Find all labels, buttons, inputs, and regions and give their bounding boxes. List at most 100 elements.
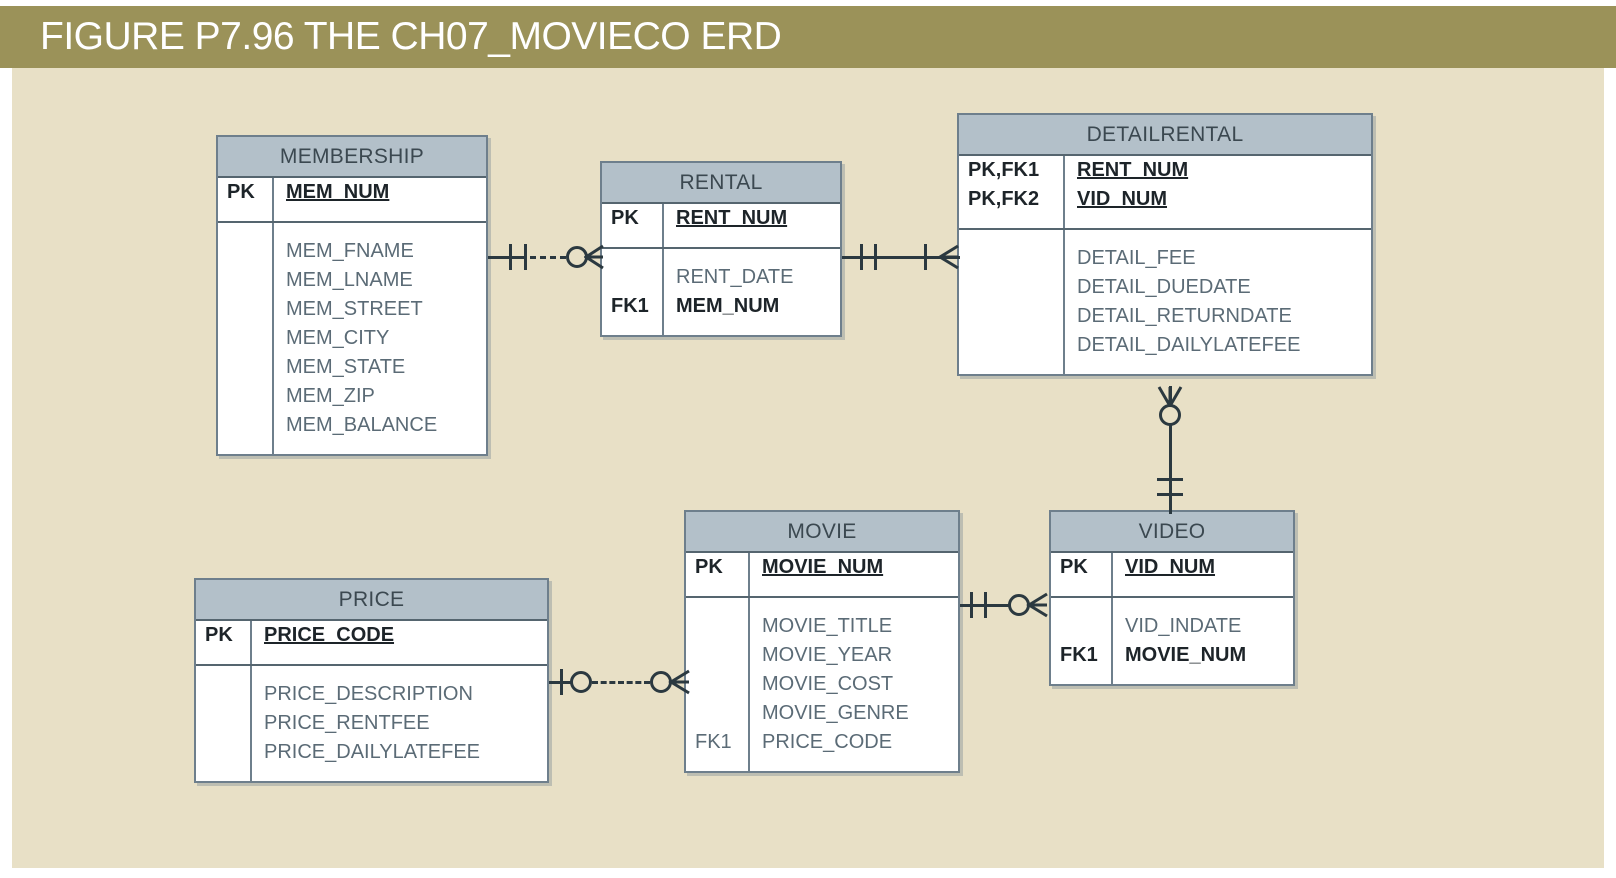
crowsfoot-icon xyxy=(1026,592,1048,618)
spacer-name xyxy=(272,223,486,237)
entity-movie[interactable]: MOVIE PK MOVIE_NUM MOVIE_TITLE MOVIE_YEA… xyxy=(684,510,960,773)
spacer-name xyxy=(1111,670,1293,684)
figure-title: FIGURE P7.96 THE CH07_MOVIECO ERD xyxy=(40,15,782,58)
cardinality-zero-circle xyxy=(570,671,592,693)
spacer-name xyxy=(272,207,486,221)
entity-video-pk-section: PK VID_NUM xyxy=(1051,553,1293,596)
attribute-name: VID_NUM xyxy=(1063,185,1371,214)
attribute-name: MEM_ZIP xyxy=(272,382,486,411)
entity-detailrental-body: PK,FK1 RENT_NUM PK,FK2 VID_NUM DETAIL_FE… xyxy=(959,156,1371,374)
spacer-key xyxy=(686,757,748,771)
attribute-name: RENT_NUM xyxy=(1063,156,1371,185)
cardinality-one-tick xyxy=(924,244,927,270)
attribute-row: FK1 PRICE_CODE xyxy=(686,728,958,757)
diagram-canvas: MEMBERSHIP PK MEM_NUM MEM_FNAME MEM_LNAM… xyxy=(12,68,1604,868)
spacer-name xyxy=(662,249,840,263)
attribute-row: MOVIE_COST xyxy=(686,670,958,699)
entity-membership-title: MEMBERSHIP xyxy=(218,137,486,178)
attribute-name: PRICE_DAILYLATEFEE xyxy=(250,738,547,767)
spacer-name xyxy=(748,757,958,771)
attribute-name: DETAIL_FEE xyxy=(1063,244,1371,273)
entity-membership-body: PK MEM_NUM MEM_FNAME MEM_LNAME MEM_STREE… xyxy=(218,178,486,454)
spacer-name xyxy=(1063,214,1371,228)
spacer-key xyxy=(1051,582,1111,596)
attribute-name: RENT_NUM xyxy=(662,204,840,233)
spacer-name xyxy=(662,321,840,335)
attribute-row: FK1 MEM_NUM xyxy=(602,292,840,321)
spacer-key xyxy=(686,582,748,596)
attribute-name: MEM_CITY xyxy=(272,324,486,353)
figure-banner: FIGURE P7.96 THE CH07_MOVIECO ERD xyxy=(0,6,1616,68)
attribute-key: FK1 xyxy=(1060,644,1098,666)
attribute-row: DETAIL_FEE xyxy=(959,244,1371,273)
entity-rental-title: RENTAL xyxy=(602,163,840,204)
attribute-row: MEM_STREET xyxy=(218,295,486,324)
attribute-row: MEM_CITY xyxy=(218,324,486,353)
attribute-row: DETAIL_DUEDATE xyxy=(959,273,1371,302)
attribute-name: VID_NUM xyxy=(1111,553,1293,582)
attribute-name: MOVIE_TITLE xyxy=(748,612,958,641)
cardinality-one-tick xyxy=(874,244,877,270)
attribute-name: MOVIE_NUM xyxy=(748,553,958,582)
spacer-name xyxy=(250,767,547,781)
entity-price[interactable]: PRICE PK PRICE_CODE PRICE_DESCRIPTION PR… xyxy=(194,578,549,783)
entity-price-title: PRICE xyxy=(196,580,547,621)
spacer-key xyxy=(602,233,662,247)
crowsfoot-icon xyxy=(584,244,604,270)
spacer-name xyxy=(250,666,547,680)
attribute-row: MOVIE_YEAR xyxy=(686,641,958,670)
attribute-key: PK,FK2 xyxy=(968,188,1040,210)
spacer-row xyxy=(959,214,1371,228)
entity-membership[interactable]: MEMBERSHIP PK MEM_NUM MEM_FNAME MEM_LNAM… xyxy=(216,135,488,456)
spacer-row xyxy=(1051,582,1293,596)
attribute-row: MEM_LNAME xyxy=(218,266,486,295)
connector-line xyxy=(509,256,527,259)
spacer-name xyxy=(250,650,547,664)
attribute-name: MEM_FNAME xyxy=(272,237,486,266)
spacer-key xyxy=(196,650,250,664)
attribute-row: MEM_ZIP xyxy=(218,382,486,411)
spacer-row xyxy=(686,582,958,596)
attribute-row: PK VID_NUM xyxy=(1051,553,1293,582)
attribute-name: PRICE_DESCRIPTION xyxy=(250,680,547,709)
spacer-row xyxy=(959,230,1371,244)
attribute-name: MEM_NUM xyxy=(272,178,486,207)
spacer-key xyxy=(1051,598,1111,612)
attribute-name: MOVIE_COST xyxy=(748,670,958,699)
attribute-name: MEM_STREET xyxy=(272,295,486,324)
cardinality-one-tick xyxy=(1157,493,1183,496)
attribute-key: PK xyxy=(227,181,255,203)
spacer-key xyxy=(218,207,272,221)
spacer-row xyxy=(218,440,486,454)
attribute-key: PK xyxy=(205,624,233,646)
entity-price-body: PK PRICE_CODE PRICE_DESCRIPTION PRICE_RE… xyxy=(196,621,547,781)
spacer-row xyxy=(196,666,547,680)
entity-video[interactable]: VIDEO PK VID_NUM VID_INDATE FK1 MOVIE_NU… xyxy=(1049,510,1295,686)
spacer-key xyxy=(218,223,272,237)
attribute-key: FK1 xyxy=(611,295,649,317)
entity-detailrental-title: DETAILRENTAL xyxy=(959,115,1371,156)
attribute-row: PRICE_RENTFEE xyxy=(196,709,547,738)
entity-video-attr-section: VID_INDATE FK1 MOVIE_NUM xyxy=(1051,598,1293,684)
spacer-key xyxy=(1051,670,1111,684)
entity-rental-pk-section: PK RENT_NUM xyxy=(602,204,840,247)
cardinality-one-tick xyxy=(860,244,863,270)
spacer-row xyxy=(218,207,486,221)
attribute-row: MEM_STATE xyxy=(218,353,486,382)
spacer-key xyxy=(959,214,1063,228)
spacer-name xyxy=(272,440,486,454)
attribute-key: PK xyxy=(611,207,639,229)
connector-line xyxy=(488,256,510,259)
attribute-row: PK MEM_NUM xyxy=(218,178,486,207)
spacer-row xyxy=(602,233,840,247)
spacer-name xyxy=(748,598,958,612)
cardinality-one-tick xyxy=(560,669,563,695)
entity-rental[interactable]: RENTAL PK RENT_NUM RENT_DATE FK1 MEM_NUM xyxy=(600,161,842,337)
spacer-name xyxy=(662,233,840,247)
spacer-name xyxy=(748,582,958,596)
attribute-name: MEM_STATE xyxy=(272,353,486,382)
spacer-key xyxy=(959,230,1063,244)
attribute-row: PK MOVIE_NUM xyxy=(686,553,958,582)
attribute-name: DETAIL_DAILYLATEFEE xyxy=(1063,331,1371,360)
entity-detailrental[interactable]: DETAILRENTAL PK,FK1 RENT_NUM PK,FK2 VID_… xyxy=(957,113,1373,376)
